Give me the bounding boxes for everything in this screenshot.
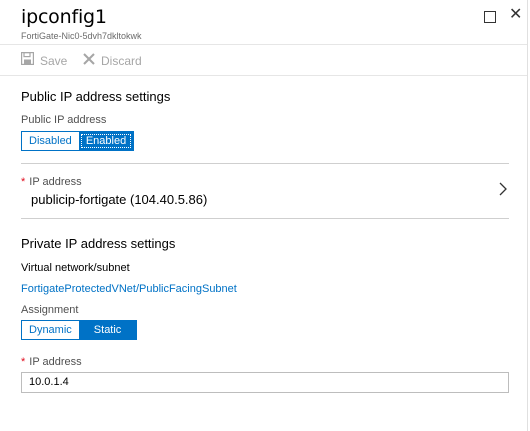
header-divider <box>0 44 527 45</box>
public-ip-address-value: publicip-fortigate (104.40.5.86) <box>31 192 208 207</box>
public-ip-divider-bottom <box>21 218 509 219</box>
page-title: ipconfig1 <box>21 6 107 28</box>
public-ip-toggle-label: Public IP address <box>21 114 107 126</box>
discard-icon <box>83 52 95 69</box>
public-ip-address-label: * IP address <box>21 176 82 188</box>
page-subtitle: FortiGate-Nic0-5dvh7dkltokwk <box>21 31 142 41</box>
vnet-subnet-link[interactable]: FortigateProtectedVNet/PublicFacingSubne… <box>21 283 237 295</box>
discard-button[interactable]: Discard <box>83 52 142 69</box>
public-ip-toggle[interactable]: Disabled Enabled <box>21 131 135 151</box>
assignment-toggle[interactable]: Dynamic Static <box>21 320 138 340</box>
public-ip-option-disabled[interactable]: Disabled <box>22 132 79 150</box>
close-icon[interactable]: ✕ <box>509 7 522 23</box>
discard-label: Discard <box>101 53 142 68</box>
private-ip-address-label: * IP address <box>21 356 82 368</box>
assignment-option-dynamic[interactable]: Dynamic <box>22 321 79 339</box>
public-ip-section-title: Public IP address settings <box>21 89 171 104</box>
maximize-icon[interactable] <box>484 11 496 23</box>
private-ip-section-title: Private IP address settings <box>21 236 176 251</box>
vnet-subnet-label: Virtual network/subnet <box>21 262 130 274</box>
assignment-label: Assignment <box>21 304 79 316</box>
toolbar-divider <box>0 75 527 76</box>
public-ip-divider-top <box>21 163 509 164</box>
save-icon <box>21 52 35 69</box>
save-button[interactable]: Save <box>21 52 67 69</box>
blade-panel: ipconfig1 FortiGate-Nic0-5dvh7dkltokwk ✕… <box>0 0 530 431</box>
chevron-right-icon[interactable] <box>497 181 509 197</box>
required-marker: * <box>21 176 26 188</box>
public-ip-option-enabled[interactable]: Enabled <box>78 132 134 150</box>
blade-border <box>527 0 528 431</box>
required-marker: * <box>21 356 26 368</box>
private-ip-address-input[interactable]: 10.0.1.4 <box>21 372 509 393</box>
save-label: Save <box>40 53 68 68</box>
assignment-option-static[interactable]: Static <box>78 321 137 339</box>
